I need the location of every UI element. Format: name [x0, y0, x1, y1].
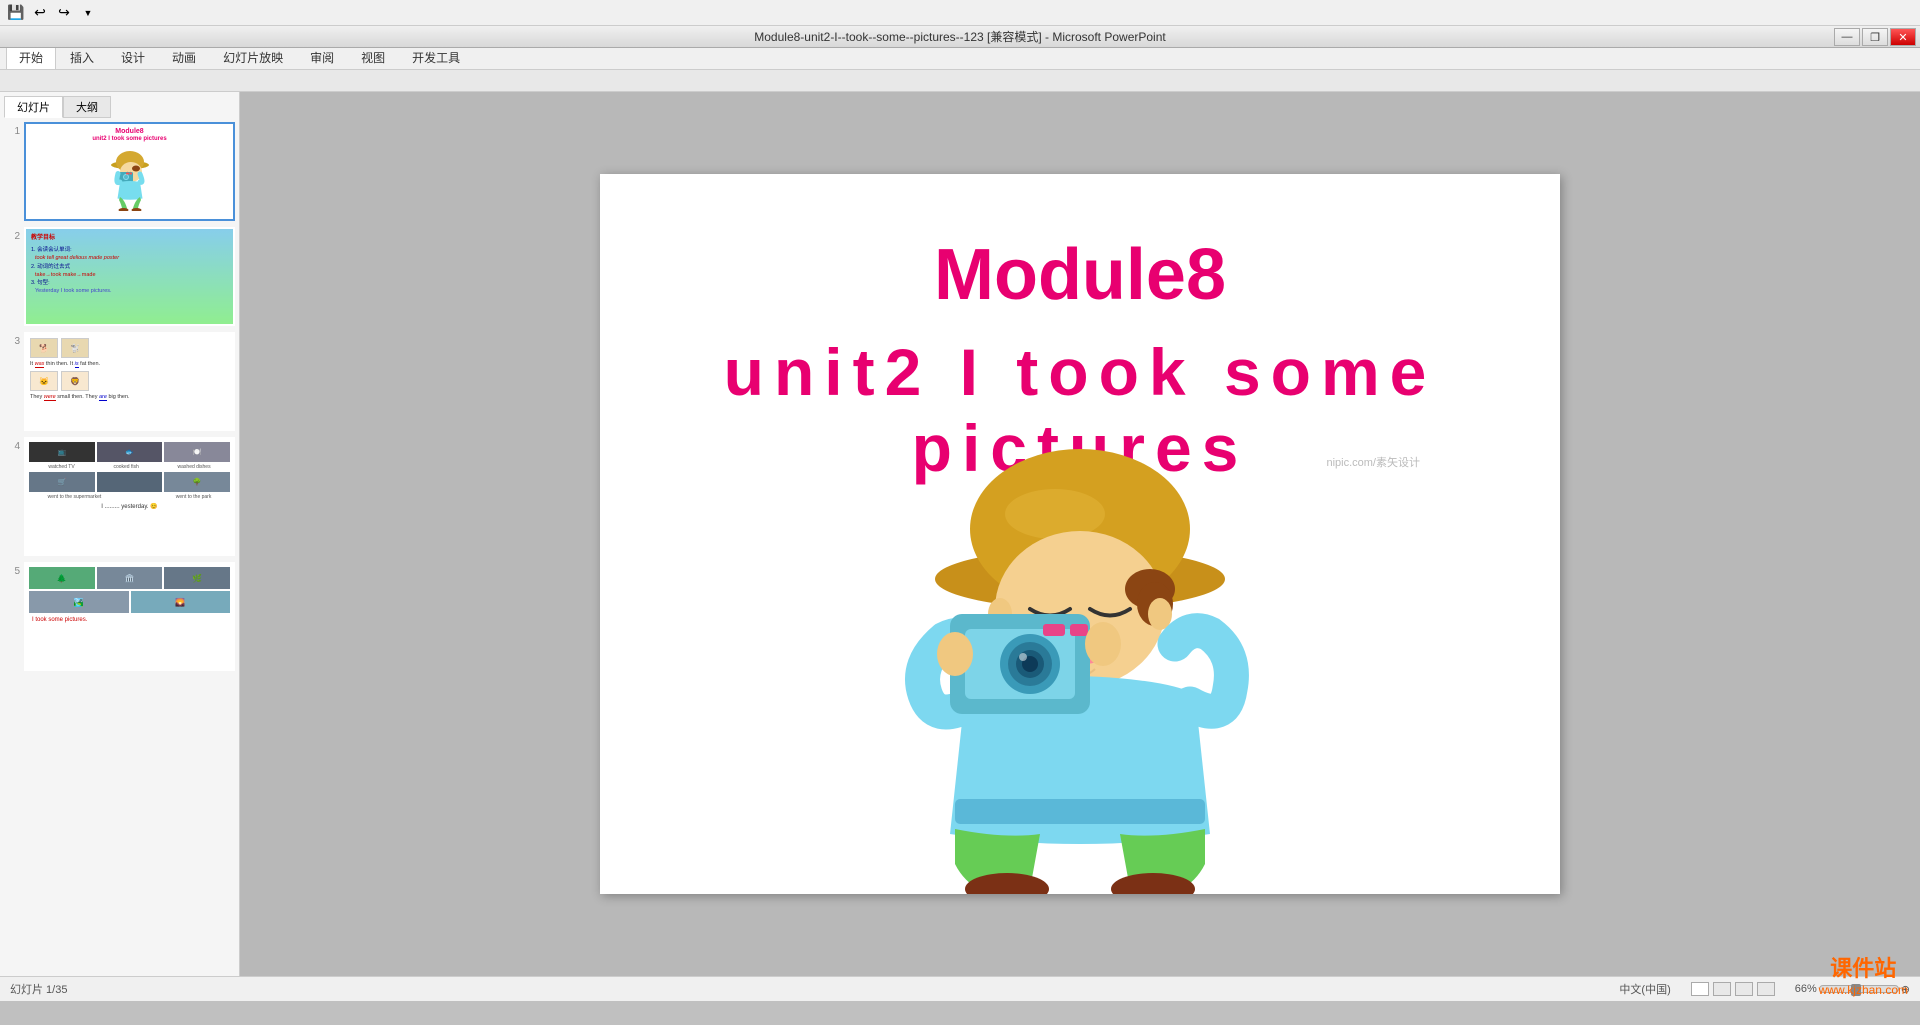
- dropdown-icon[interactable]: ▼: [78, 3, 98, 23]
- thumb1-title: Module8: [26, 124, 233, 136]
- kjzhan-logo: 课件站 www.kjzhan.com: [1819, 951, 1908, 997]
- restore-button[interactable]: ❐: [1862, 28, 1888, 46]
- tab-insert[interactable]: 插入: [57, 45, 107, 69]
- save-icon[interactable]: 💾: [6, 3, 26, 23]
- slide-num-4: 4: [4, 437, 20, 452]
- slide-thumb-3: 3 🐕 🐩 It was thin then. It is fat then. …: [4, 332, 235, 431]
- tab-dev[interactable]: 开发工具: [399, 45, 473, 69]
- redo-icon[interactable]: ↪: [54, 3, 74, 23]
- thumb1-image: [26, 146, 233, 216]
- normal-view-button[interactable]: [1691, 982, 1709, 996]
- slide-num-5: 5: [4, 562, 20, 577]
- slide-character: [855, 414, 1305, 894]
- ribbon-tabs: 开始 插入 设计 动画 幻灯片放映 审阅 视图 开发工具: [0, 48, 1920, 70]
- ribbon-hint: [8, 75, 11, 87]
- slide-count: 幻灯片 1/35: [10, 981, 67, 997]
- tab-outline[interactable]: 大纲: [63, 96, 111, 118]
- slide-sorter-button[interactable]: [1713, 982, 1731, 996]
- slide-thumb-4: 4 📺 🐟 🍽️ watched TVcooked fishwashed dis…: [4, 437, 235, 556]
- tab-animation[interactable]: 动画: [159, 45, 209, 69]
- status-language: 中文(中国): [1619, 981, 1670, 997]
- window-title: Module8-unit2-I--took--some--pictures--1…: [754, 28, 1165, 45]
- slide-thumb-5: 5 🌲 🏛️ 🌿 🏞️ 🌄 I took some pictures.: [4, 562, 235, 671]
- reading-view-button[interactable]: [1735, 982, 1753, 996]
- watermark: nipic.com/素矢设计: [1326, 454, 1420, 470]
- zoom-level: 66%: [1795, 983, 1817, 995]
- window-controls: — ❐ ✕: [1834, 28, 1916, 46]
- minimize-button[interactable]: —: [1834, 28, 1860, 46]
- quick-access-toolbar: 💾 ↩ ↪ ▼: [0, 0, 1920, 26]
- slide-thumb-2: 2 教学目标 1. 会读会认单词: took tell great deliou…: [4, 227, 235, 326]
- slide-thumbnail-1[interactable]: Module8 unit2 I took some pictures: [24, 122, 235, 221]
- tab-design[interactable]: 设计: [108, 45, 158, 69]
- slide-thumbnail-2[interactable]: 教学目标 1. 会读会认单词: took tell great delious …: [24, 227, 235, 326]
- thumbnail-tabs: 幻灯片 大纲: [4, 96, 235, 118]
- status-bar: 幻灯片 1/35 中文(中国) 66% ⊕: [0, 976, 1920, 1001]
- slide-num-2: 2: [4, 227, 20, 242]
- slide-num-3: 3: [4, 332, 20, 347]
- undo-icon[interactable]: ↩: [30, 3, 50, 23]
- slide-main-title: Module8: [600, 234, 1560, 316]
- slide-main-area: Module8 unit2 I took some pictures nipic…: [240, 92, 1920, 976]
- slide-panel: 幻灯片 大纲 1 Module8 unit2 I took some pictu…: [0, 92, 240, 976]
- ribbon-content: [0, 70, 1920, 92]
- tab-review[interactable]: 审阅: [297, 45, 347, 69]
- thumb1-subtitle: unit2 I took some pictures: [26, 136, 233, 142]
- slide-canvas[interactable]: Module8 unit2 I took some pictures nipic…: [600, 174, 1560, 894]
- close-button[interactable]: ✕: [1890, 28, 1916, 46]
- tab-slides[interactable]: 幻灯片: [4, 96, 63, 118]
- title-bar: Module8-unit2-I--took--some--pictures--1…: [0, 26, 1920, 48]
- kjzhan-url: www.kjzhan.com: [1819, 983, 1908, 997]
- kjzhan-main: 课件站: [1819, 951, 1908, 983]
- slide-thumbnail-4[interactable]: 📺 🐟 🍽️ watched TVcooked fishwashed dishe…: [24, 437, 235, 556]
- slide-num-1: 1: [4, 122, 20, 137]
- presentation-button[interactable]: [1757, 982, 1775, 996]
- slide-thumb-1: 1 Module8 unit2 I took some pictures: [4, 122, 235, 221]
- tab-start[interactable]: 开始: [6, 45, 56, 69]
- main-area: 幻灯片 大纲 1 Module8 unit2 I took some pictu…: [0, 92, 1920, 976]
- tab-view[interactable]: 视图: [348, 45, 398, 69]
- view-buttons: [1691, 981, 1775, 997]
- slide-thumbnail-3[interactable]: 🐕 🐩 It was thin then. It is fat then. 🐱 …: [24, 332, 235, 431]
- tab-slideshow[interactable]: 幻灯片放映: [210, 45, 296, 69]
- slide-thumbnail-5[interactable]: 🌲 🏛️ 🌿 🏞️ 🌄 I took some pictures.: [24, 562, 235, 671]
